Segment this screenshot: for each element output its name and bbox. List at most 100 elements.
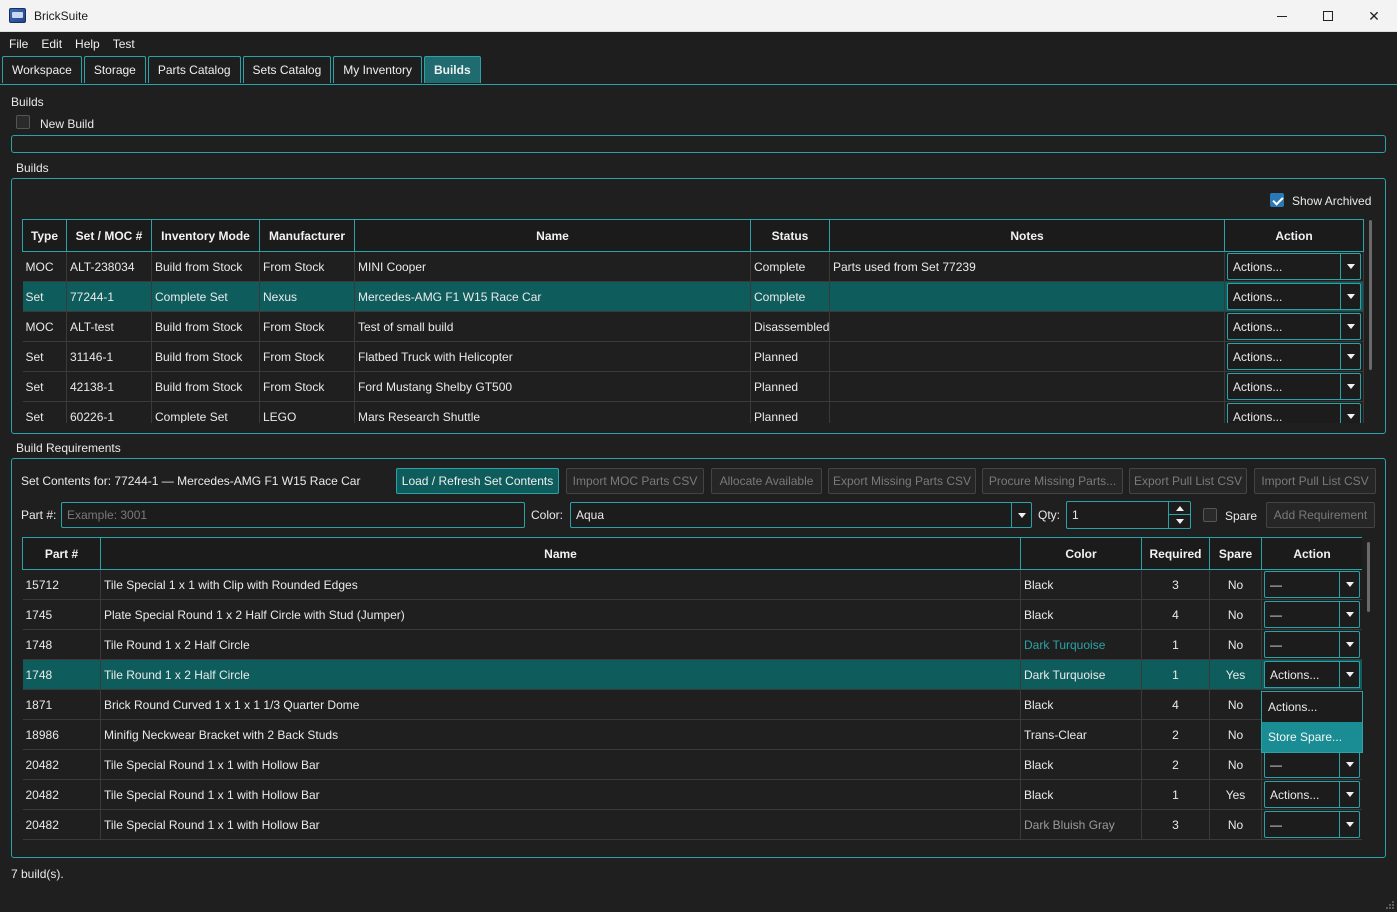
cell-action: Actions... xyxy=(1224,401,1364,423)
build-actions-select[interactable]: Actions... xyxy=(1227,283,1361,310)
qty-stepper[interactable] xyxy=(1168,502,1190,528)
cell-color: Dark Bluish Gray xyxy=(1020,809,1142,840)
tab-workspace[interactable]: Workspace xyxy=(2,56,82,83)
requirements-table: Part # Name Color Required Spare Action … xyxy=(22,537,1362,840)
requirement-actions-select[interactable]: — xyxy=(1264,571,1360,598)
column-header-name[interactable]: Name xyxy=(354,219,751,252)
menu-edit[interactable]: Edit xyxy=(36,37,67,51)
column-header-notes[interactable]: Notes xyxy=(829,219,1225,252)
chevron-down-icon[interactable] xyxy=(1339,752,1359,777)
cell-name: Ford Mustang Shelby GT500 xyxy=(354,371,751,402)
chevron-down-icon[interactable] xyxy=(1340,254,1360,279)
requirement-row[interactable]: 1748 Tile Round 1 x 2 Half Circle Dark Tur… xyxy=(22,629,1362,660)
procure-missing-button[interactable]: Procure Missing Parts... xyxy=(982,468,1123,494)
build-row[interactable]: Set 77244-1 Complete Set Nexus Mercedes-AMG … xyxy=(22,281,1364,312)
build-row[interactable]: Set 60226-1 Complete Set LEGO Mars Research … xyxy=(22,401,1364,423)
import-moc-csv-button[interactable]: Import MOC Parts CSV xyxy=(566,468,704,494)
qty-spinbox[interactable]: 1 xyxy=(1066,501,1191,529)
chevron-down-icon[interactable] xyxy=(1339,782,1359,807)
load-refresh-button[interactable]: Load / Refresh Set Contents xyxy=(396,468,559,494)
requirement-actions-select[interactable]: — xyxy=(1264,811,1360,838)
tab-builds[interactable]: Builds xyxy=(423,56,481,83)
chevron-down-icon[interactable] xyxy=(1339,632,1359,657)
import-pull-list-button[interactable]: Import Pull List CSV xyxy=(1254,468,1376,494)
add-requirement-button[interactable]: Add Requirement xyxy=(1266,502,1375,528)
build-row[interactable]: Set 31146-1 Build from Stock From Stock Flat… xyxy=(22,341,1364,372)
cell-name: MINI Cooper xyxy=(354,251,751,282)
cell-inventory-mode: Complete Set xyxy=(151,281,260,312)
column-header-color[interactable]: Color xyxy=(1020,537,1142,570)
chevron-up-icon[interactable] xyxy=(1169,502,1190,515)
requirement-row[interactable]: 20482 Tile Special Round 1 x 1 with Hollo… xyxy=(22,809,1362,840)
tab-parts-catalog[interactable]: Parts Catalog xyxy=(147,56,241,83)
column-header-manufacturer[interactable]: Manufacturer xyxy=(259,219,355,252)
new-build-checkbox[interactable] xyxy=(16,115,30,129)
part-number-input[interactable]: Example: 3001 xyxy=(61,502,525,528)
chevron-down-icon[interactable] xyxy=(1340,344,1360,369)
chevron-down-icon[interactable] xyxy=(1340,314,1360,339)
column-header-spare[interactable]: Spare xyxy=(1209,537,1262,570)
builds-scrollbar[interactable] xyxy=(1369,220,1372,370)
cell-part-name: Tile Special 1 x 1 with Clip with Rounde… xyxy=(100,569,1021,600)
column-header-inventory-mode[interactable]: Inventory Mode xyxy=(151,219,260,252)
requirement-row[interactable]: 15712 Tile Special 1 x 1 with Clip with R… xyxy=(22,569,1362,600)
build-actions-select[interactable]: Actions... xyxy=(1227,343,1361,370)
chevron-down-icon[interactable] xyxy=(1340,404,1360,423)
menu-help[interactable]: Help xyxy=(70,37,105,51)
build-actions-select[interactable]: Actions... xyxy=(1227,253,1361,280)
chevron-down-icon[interactable] xyxy=(1340,374,1360,399)
chevron-down-icon[interactable] xyxy=(1340,284,1360,309)
allocate-available-button[interactable]: Allocate Available xyxy=(711,468,822,494)
menu-file[interactable]: File xyxy=(4,37,33,51)
requirement-actions-select[interactable]: — xyxy=(1264,601,1360,628)
resize-grip-icon[interactable] xyxy=(1385,900,1395,910)
requirement-actions-select[interactable]: Actions... xyxy=(1264,781,1360,808)
chevron-down-icon[interactable] xyxy=(1169,515,1190,527)
requirement-actions-select[interactable]: — xyxy=(1264,751,1360,778)
status-bar-text: 7 build(s). xyxy=(11,867,64,881)
column-header-status[interactable]: Status xyxy=(750,219,830,252)
maximize-button[interactable] xyxy=(1305,0,1351,32)
requirement-row[interactable]: 20482 Tile Special Round 1 x 1 with Hollo… xyxy=(22,779,1362,810)
requirement-row[interactable]: 18986 Minifig Neckwear Bracket with 2 Bac… xyxy=(22,719,1362,750)
requirement-actions-select[interactable]: — xyxy=(1264,631,1360,658)
requirement-row[interactable]: 1745 Plate Special Round 1 x 2 Half Circl… xyxy=(22,599,1362,630)
build-row[interactable]: MOC ALT-test Build from Stock From Stock Tes… xyxy=(22,311,1364,342)
menu-test[interactable]: Test xyxy=(108,37,140,51)
build-row[interactable]: Set 42138-1 Build from Stock From Stock Ford… xyxy=(22,371,1364,402)
column-header-set-moc[interactable]: Set / MOC # xyxy=(66,219,152,252)
tab-sets-catalog[interactable]: Sets Catalog xyxy=(242,56,332,83)
requirement-row[interactable]: 1748 Tile Round 1 x 2 Half Circle Dark Tur… xyxy=(22,659,1362,690)
close-button[interactable]: ✕ xyxy=(1351,0,1397,32)
column-header-part-name[interactable]: Name xyxy=(100,537,1021,570)
build-actions-select[interactable]: Actions... xyxy=(1227,403,1361,423)
cell-notes xyxy=(829,371,1225,402)
export-missing-csv-button[interactable]: Export Missing Parts CSV xyxy=(828,468,976,494)
show-archived-checkbox[interactable] xyxy=(1270,193,1284,207)
column-header-required[interactable]: Required xyxy=(1141,537,1210,570)
dropdown-item-store-spare[interactable]: Store Spare... xyxy=(1262,722,1362,752)
color-select[interactable]: Aqua xyxy=(570,502,1032,528)
column-header-action[interactable]: Action xyxy=(1224,219,1364,252)
requirements-scrollbar[interactable] xyxy=(1367,542,1370,612)
minimize-button[interactable] xyxy=(1259,0,1305,32)
export-pull-list-button[interactable]: Export Pull List CSV xyxy=(1129,468,1247,494)
chevron-down-icon[interactable] xyxy=(1339,662,1359,687)
requirement-row[interactable]: 1871 Brick Round Curved 1 x 1 x 1 1/3 Qua… xyxy=(22,689,1362,720)
spare-checkbox[interactable] xyxy=(1203,508,1217,522)
cell-part-number: 1871 xyxy=(22,689,101,720)
chevron-down-icon[interactable] xyxy=(1339,602,1359,627)
build-actions-select[interactable]: Actions... xyxy=(1227,313,1361,340)
column-header-req-action[interactable]: Action xyxy=(1261,537,1362,570)
tab-my-inventory[interactable]: My Inventory xyxy=(333,56,422,83)
tab-storage[interactable]: Storage xyxy=(83,56,146,83)
column-header-part-number[interactable]: Part # xyxy=(22,537,101,570)
build-actions-select[interactable]: Actions... xyxy=(1227,373,1361,400)
column-header-type[interactable]: Type xyxy=(22,219,67,252)
build-row[interactable]: MOC ALT-238034 Build from Stock From Stock M… xyxy=(22,251,1364,282)
chevron-down-icon[interactable] xyxy=(1339,572,1359,597)
dropdown-item-actions[interactable]: Actions... xyxy=(1262,692,1362,722)
chevron-down-icon[interactable] xyxy=(1339,812,1359,837)
requirement-row[interactable]: 20482 Tile Special Round 1 x 1 with Hollo… xyxy=(22,749,1362,780)
requirement-actions-select[interactable]: Actions... xyxy=(1264,661,1360,688)
